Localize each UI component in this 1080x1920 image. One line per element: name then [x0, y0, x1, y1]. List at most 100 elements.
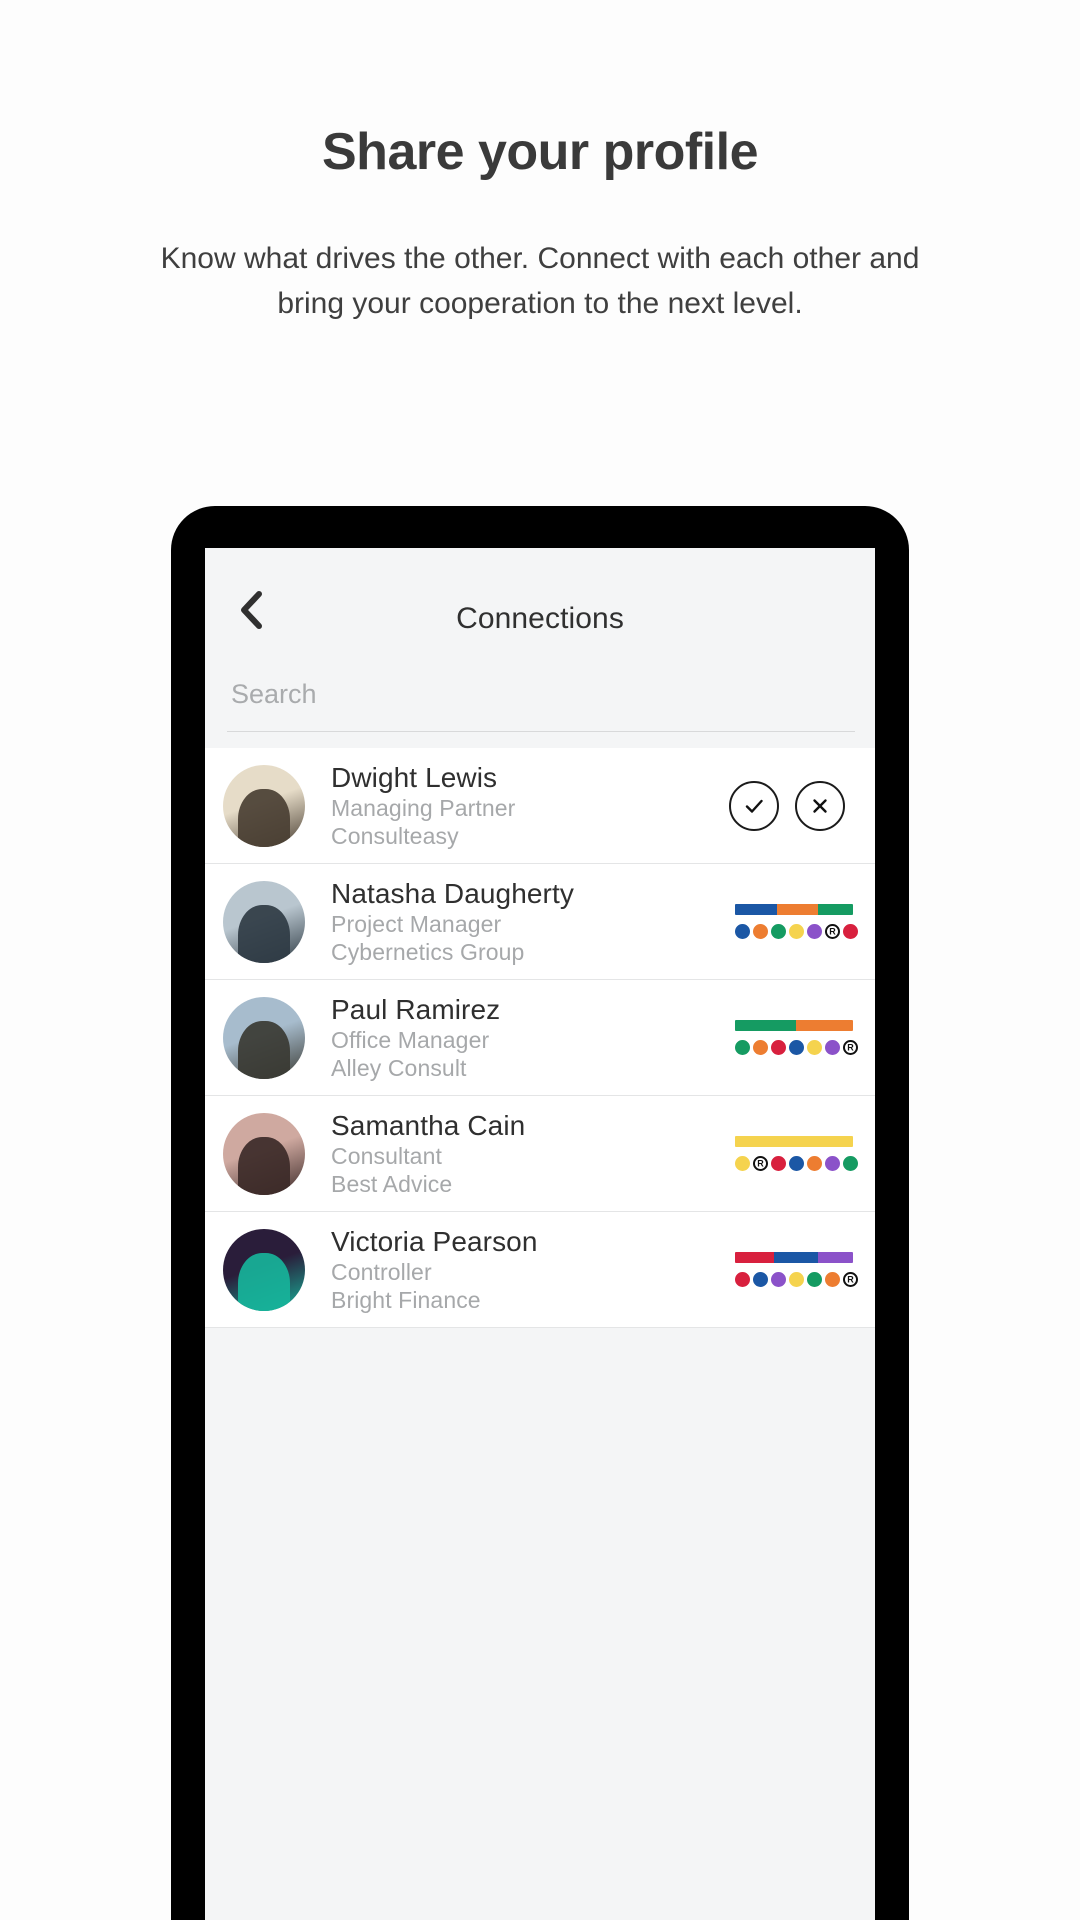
profile-dot — [735, 1272, 750, 1287]
check-icon — [745, 799, 763, 813]
profile-dot — [807, 1272, 822, 1287]
profile-dot — [753, 924, 768, 939]
avatar — [223, 996, 305, 1079]
profile-dot — [843, 924, 858, 939]
chevron-left-icon[interactable] — [223, 582, 279, 638]
profile-dot — [753, 1272, 768, 1287]
profile-dot-row: R — [735, 1040, 858, 1055]
search-container — [205, 660, 875, 732]
page-subtitle: Know what drives the other. Connect with… — [160, 242, 920, 320]
connection-row[interactable]: Samantha Cain Consultant Best Advice R — [205, 1096, 875, 1212]
connection-company: Alley Consult — [331, 1055, 467, 1082]
connection-name: Paul Ramirez — [331, 993, 501, 1025]
profile-dot — [843, 1156, 858, 1171]
profile-dot — [753, 1040, 768, 1055]
profile-dot — [735, 1040, 750, 1055]
search-input[interactable] — [227, 666, 855, 732]
connection-company: Consulteasy — [331, 823, 459, 850]
profile-color-bar — [735, 1136, 853, 1147]
accept-button[interactable] — [729, 780, 779, 831]
profile-dot — [789, 1040, 804, 1055]
connection-company: Cybernetics Group — [331, 939, 525, 966]
connection-company: Bright Finance — [331, 1287, 481, 1314]
connection-info: Natasha Daugherty Project Manager Cybernet… — [305, 877, 735, 966]
connection-info: Samantha Cain Consultant Best Advice — [305, 1109, 735, 1198]
close-icon — [813, 798, 827, 813]
phone-screen: Connections Dwight LewisManaging Partner… — [205, 548, 875, 1920]
app-header: Connections — [205, 548, 875, 660]
color-bar-segment — [735, 1252, 774, 1263]
profile-dot — [771, 1156, 786, 1171]
avatar-photo — [237, 905, 291, 963]
list-empty-area — [205, 1328, 875, 1748]
connection-company: Best Advice — [331, 1171, 453, 1198]
profile-dot — [807, 924, 822, 939]
connections-list: Dwight Lewis Managing Partner Consulteasy N… — [205, 748, 875, 1328]
profile-dot — [825, 1156, 840, 1171]
profile-dot-row: R — [735, 924, 858, 939]
profile-color-bar — [735, 1252, 853, 1263]
profile-dot — [771, 1272, 786, 1287]
profile-dot-ring: R — [753, 1156, 768, 1171]
row-actions — [729, 780, 853, 831]
avatar-photo — [237, 1021, 291, 1079]
profile-dot — [807, 1156, 822, 1171]
connection-info: Paul Ramirez Office Manager Alley Consult — [305, 993, 735, 1082]
connection-row[interactable]: Dwight Lewis Managing Partner Consulteasy — [205, 748, 875, 864]
connection-info: Dwight Lewis Managing Partner Consulteasy — [305, 761, 729, 850]
connection-name: Natasha Daugherty — [331, 877, 574, 909]
connection-role: Controller — [331, 1258, 432, 1285]
profile-dot-ring: R — [843, 1272, 858, 1287]
profile-dot — [735, 924, 750, 939]
connection-name: Samantha Cain — [331, 1109, 526, 1141]
avatar-photo — [237, 789, 291, 847]
profile-indicator[interactable]: R — [735, 1136, 858, 1171]
connection-row[interactable]: Natasha Daugherty Project Manager Cybernet… — [205, 864, 875, 980]
profile-dot — [771, 1040, 786, 1055]
color-bar-segment — [796, 1020, 853, 1031]
profile-dot-ring: R — [825, 924, 840, 939]
connection-role: Office Manager — [331, 1026, 490, 1053]
page-root: Share your profile Know what drives the … — [0, 0, 1080, 1920]
color-bar-segment — [735, 904, 778, 915]
color-bar-segment — [777, 904, 818, 915]
page-title: Share your profile — [322, 123, 759, 181]
profile-dot-row: R — [735, 1272, 858, 1287]
app-title: Connections — [456, 602, 624, 635]
connection-role: Consultant — [331, 1142, 442, 1169]
color-bar-segment — [735, 1020, 797, 1031]
profile-dot-row: R — [735, 1156, 858, 1171]
profile-dot — [789, 1272, 804, 1287]
connection-row[interactable]: Paul Ramirez Office Manager Alley Consult R — [205, 980, 875, 1096]
profile-color-bar — [735, 1020, 853, 1031]
connection-name: Victoria Pearson — [331, 1225, 538, 1257]
color-bar-segment — [773, 1252, 818, 1263]
connection-role: Project Manager — [331, 910, 502, 937]
connection-role: Managing Partner — [331, 794, 516, 821]
intro-block: Share your profile Know what drives the … — [0, 0, 1080, 326]
avatar — [223, 1112, 305, 1195]
avatar-photo — [237, 1253, 291, 1311]
profile-dot — [825, 1040, 840, 1055]
profile-indicator[interactable]: R — [735, 1252, 858, 1287]
decline-button[interactable] — [795, 780, 845, 831]
profile-dot — [789, 924, 804, 939]
avatar — [223, 880, 305, 963]
profile-dot — [771, 924, 786, 939]
profile-indicator[interactable]: R — [735, 904, 858, 939]
color-bar-segment — [735, 1136, 853, 1147]
phone-mockup: Connections Dwight LewisManaging Partner… — [171, 506, 909, 1920]
profile-dot — [807, 1040, 822, 1055]
avatar-photo — [237, 1137, 291, 1195]
color-bar-segment — [817, 904, 853, 915]
connection-row[interactable]: Victoria Pearson Controller Bright Finance… — [205, 1212, 875, 1328]
profile-dot — [735, 1156, 750, 1171]
profile-indicator[interactable]: R — [735, 1020, 858, 1055]
profile-dot-ring: R — [843, 1040, 858, 1055]
profile-color-bar — [735, 904, 853, 915]
color-bar-segment — [817, 1252, 853, 1263]
avatar — [223, 764, 305, 847]
profile-dot — [789, 1156, 804, 1171]
profile-dot — [825, 1272, 840, 1287]
connection-info: Victoria Pearson Controller Bright Finance — [305, 1225, 735, 1314]
